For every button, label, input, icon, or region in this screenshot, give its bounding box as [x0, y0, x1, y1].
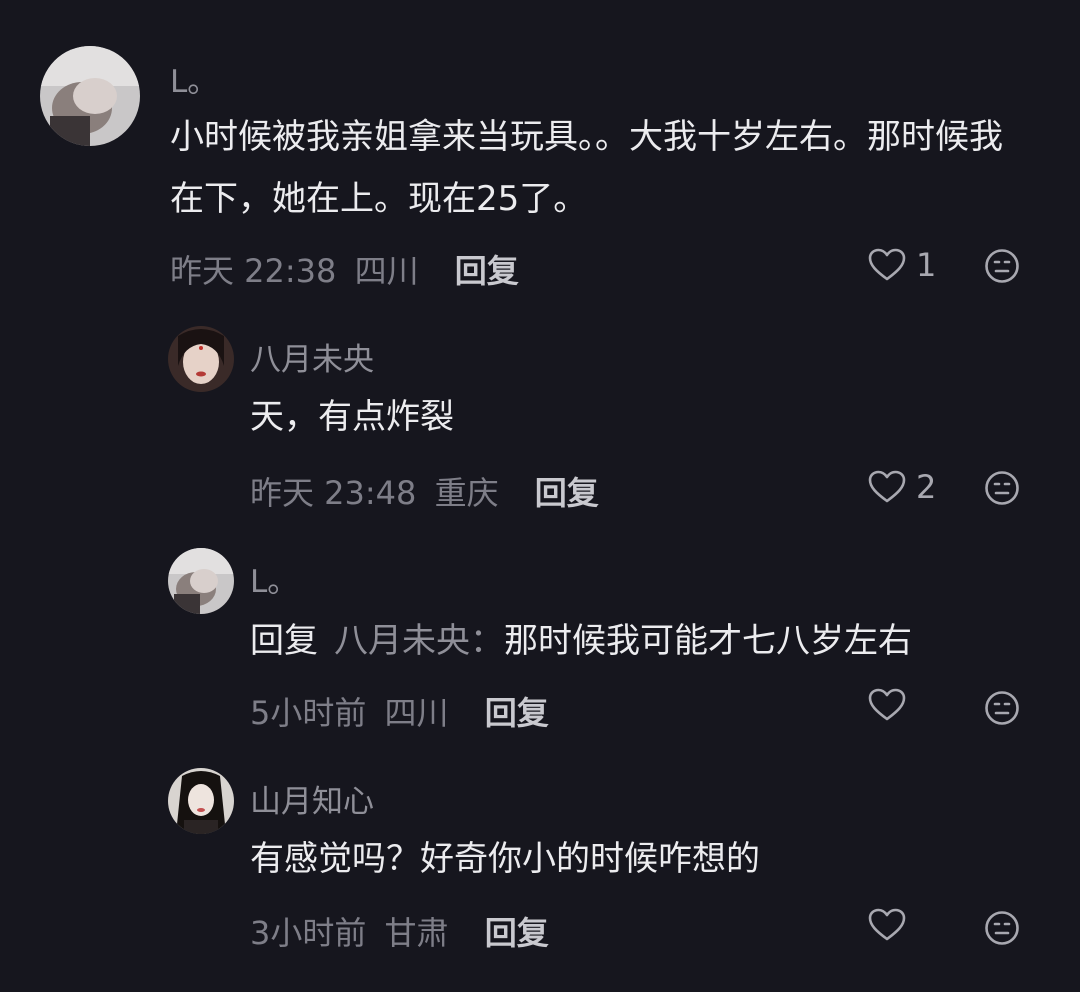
reply-button[interactable]: 回复 — [535, 474, 599, 512]
comment-time: 3小时前 — [250, 914, 367, 952]
user-avatar[interactable] — [168, 548, 234, 614]
neutral-face-icon — [984, 690, 1020, 726]
comment-text: 回复 八月未央：那时候我可能才七八岁左右 — [250, 610, 1050, 672]
like-count: 1 — [916, 246, 937, 284]
comment-location: 重庆 — [434, 474, 499, 512]
comment-location: 四川 — [384, 694, 449, 732]
heart-outline-icon — [868, 688, 906, 722]
comment-text-body: 那时候我可能才七八岁左右 — [504, 621, 912, 661]
like-button[interactable] — [868, 688, 916, 722]
comment-text: 天，有点炸裂 — [250, 397, 454, 437]
neutral-face-icon — [984, 248, 1020, 284]
reply-button[interactable]: 回复 — [485, 694, 549, 732]
comment-time: 昨天 22:38 — [170, 252, 337, 290]
like-button[interactable] — [868, 908, 916, 942]
comment-location: 甘肃 — [384, 914, 449, 952]
user-avatar[interactable] — [168, 768, 234, 834]
comment-username[interactable]: L。 — [250, 556, 298, 601]
comment-username[interactable]: L。 — [170, 56, 218, 101]
dislike-button[interactable] — [984, 470, 1020, 506]
heart-outline-icon — [868, 908, 906, 942]
comment-meta: 3小时前 甘肃 回复 — [250, 908, 549, 954]
reply-target-username[interactable]: 八月未央： — [334, 621, 504, 661]
user-avatar[interactable] — [168, 326, 234, 392]
dislike-button[interactable] — [984, 248, 1020, 284]
comment-meta: 5小时前 四川 回复 — [250, 688, 549, 734]
heart-outline-icon — [868, 470, 906, 504]
comment-username[interactable]: 山月知心 — [250, 776, 374, 821]
comment-location: 四川 — [354, 252, 419, 290]
neutral-face-icon — [984, 470, 1020, 506]
reply-prefix: 回复 — [250, 621, 318, 661]
dislike-button[interactable] — [984, 910, 1020, 946]
comment-text: 小时候被我亲姐拿来当玩具。。大我十岁左右。那时候我在下，她在上。现在25了。 — [170, 117, 1003, 219]
comment-text: 有感觉吗？好奇你小的时候咋想的 — [250, 839, 760, 879]
comment-username[interactable]: 八月未央 — [250, 334, 374, 379]
comment-meta: 昨天 22:38 四川 回复 — [170, 246, 519, 292]
heart-outline-icon — [868, 248, 906, 282]
like-button[interactable]: 2 — [868, 468, 936, 506]
comment-time: 昨天 23:48 — [250, 474, 417, 512]
dislike-button[interactable] — [984, 690, 1020, 726]
comment-meta: 昨天 23:48 重庆 回复 — [250, 468, 599, 514]
like-button[interactable]: 1 — [868, 246, 936, 284]
reply-button[interactable]: 回复 — [455, 252, 519, 290]
user-avatar[interactable] — [40, 46, 140, 146]
neutral-face-icon — [984, 910, 1020, 946]
like-count: 2 — [916, 468, 937, 506]
reply-button[interactable]: 回复 — [485, 914, 549, 952]
comment-time: 5小时前 — [250, 694, 367, 732]
